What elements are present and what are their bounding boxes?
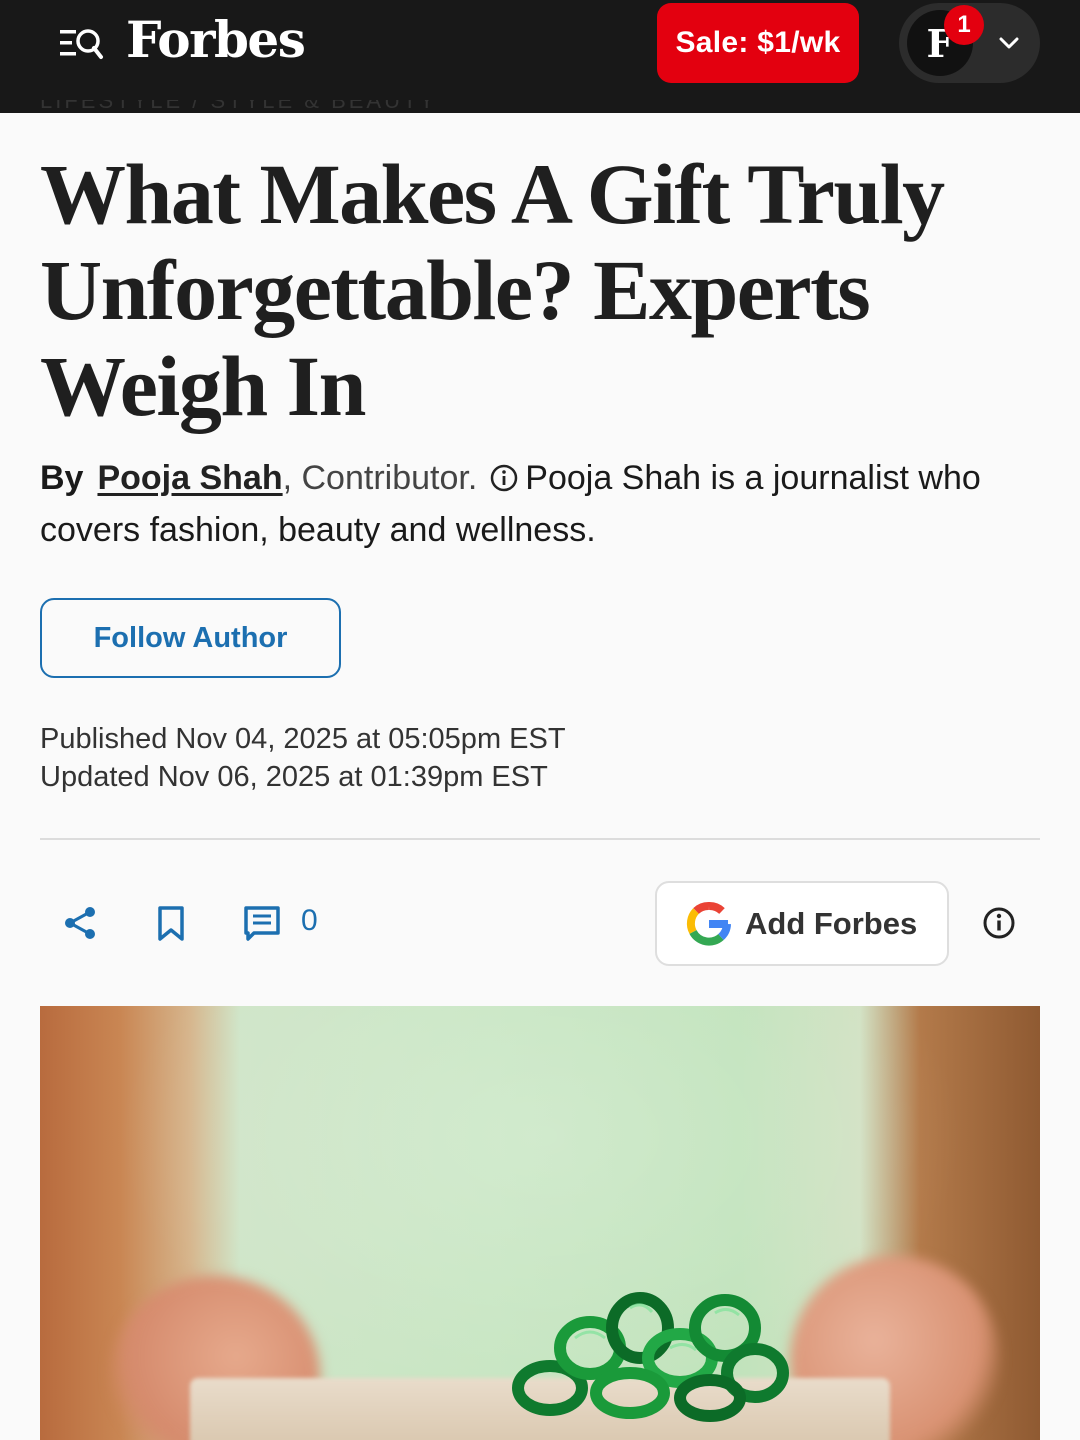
article-headline: What Makes A Gift Truly Unforgettable? E… [40,146,945,434]
published-date: Published Nov 04, 2025 at 05:05pm EST [40,723,566,755]
subscribe-sale-button[interactable]: Sale: $1/wk [657,3,859,83]
author-link[interactable]: Pooja Shah [97,459,282,497]
updated-date: Updated Nov 06, 2025 at 01:39pm EST [40,761,548,793]
breadcrumb[interactable]: LIFESTYLE / STYLE & BEAUTY [40,100,437,114]
chevron-down-icon [999,37,1019,49]
author-role: , Contributor. [282,459,478,497]
article-dates: Published Nov 04, 2025 at 05:05pm EST Up… [40,720,566,796]
article-hero-image [40,1006,1040,1440]
info-icon[interactable] [489,463,519,493]
divider [40,838,1040,840]
forbes-logo[interactable]: Forbes [126,10,306,69]
comment-icon[interactable] [242,903,282,943]
add-forbes-google-button[interactable]: Add Forbes [655,881,949,966]
comment-count[interactable]: 0 [301,904,318,938]
menu-search-icon[interactable] [58,24,104,62]
share-icon[interactable] [60,903,100,943]
info-icon[interactable] [982,906,1016,940]
gift-bow-image [512,1292,789,1422]
add-forbes-label: Add Forbes [745,905,918,941]
notification-badge: 1 [944,5,984,45]
follow-author-button[interactable]: Follow Author [40,598,341,678]
byline-prefix: By [40,459,84,497]
google-icon [686,901,731,946]
byline: By Pooja Shah, Contributor. Pooja Shah is… [40,452,1040,556]
top-navigation-bar: Forbes Sale: $1/wk F 1 [0,0,1080,113]
bookmark-icon[interactable] [151,903,191,943]
account-menu-button[interactable]: F 1 [899,3,1040,83]
